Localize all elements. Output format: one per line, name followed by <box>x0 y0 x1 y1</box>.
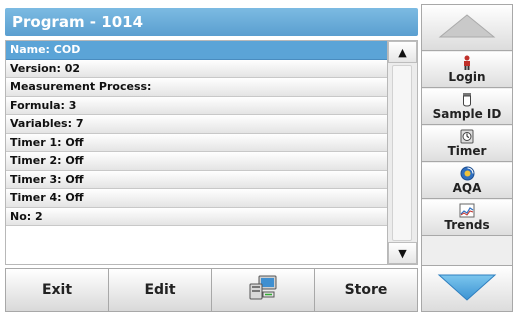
aqa-icon <box>460 166 475 181</box>
side-scroll-down-button[interactable] <box>422 265 512 311</box>
list-item-timer-1[interactable]: Timer 1: Off <box>6 133 387 152</box>
triangle-down-icon: ▼ <box>398 246 407 260</box>
trend-chart-icon <box>459 203 475 218</box>
bottom-toolbar: Exit Edit Store <box>5 268 418 312</box>
timer-button[interactable]: Timer <box>422 126 512 162</box>
exit-button[interactable]: Exit <box>6 269 109 311</box>
arrow-down-icon <box>437 272 497 306</box>
edit-button-label: Edit <box>144 282 176 298</box>
trends-label: Trends <box>444 218 490 232</box>
list-item-no[interactable]: No: 2 <box>6 207 387 226</box>
person-icon <box>461 55 473 70</box>
exit-button-label: Exit <box>41 282 73 298</box>
list-item-measurement-process[interactable]: Measurement Process: <box>6 78 387 97</box>
trends-button[interactable]: Trends <box>422 200 512 236</box>
side-scroll-up-button[interactable] <box>422 5 512 51</box>
aqa-button[interactable]: AQA <box>422 163 512 199</box>
sample-id-label: Sample ID <box>432 107 502 121</box>
store-button[interactable]: Store <box>315 269 417 311</box>
list-item-formula[interactable]: Formula: 3 <box>6 96 387 115</box>
computer-icon <box>248 275 278 305</box>
sample-vial-icon <box>461 92 473 107</box>
side-panel: Login Sample ID Timer AQA Trends <box>421 4 513 312</box>
title-bar: Program - 1014 <box>5 8 418 36</box>
program-details-list: Name: COD Version: 02 Measurement Proces… <box>5 40 418 265</box>
scroll-up-button[interactable]: ▲ <box>388 41 417 63</box>
scroll-thumb[interactable] <box>392 65 412 241</box>
list-item-version[interactable]: Version: 02 <box>6 59 387 78</box>
page-title: Program - 1014 <box>12 13 144 31</box>
triangle-up-icon: ▲ <box>398 45 407 59</box>
store-button-label: Store <box>344 282 388 298</box>
arrow-up-icon <box>438 13 496 43</box>
list-item-timer-3[interactable]: Timer 3: Off <box>6 170 387 189</box>
list-item-timer-2[interactable]: Timer 2: Off <box>6 152 387 171</box>
list-item-name[interactable]: Name: COD <box>6 41 387 60</box>
login-label: Login <box>448 70 486 84</box>
list-scrollbar[interactable]: ▲ ▼ <box>387 41 417 264</box>
login-button[interactable]: Login <box>422 52 512 88</box>
list-item-variables[interactable]: Variables: 7 <box>6 115 387 134</box>
scroll-down-button[interactable]: ▼ <box>388 242 417 264</box>
sample-id-button[interactable]: Sample ID <box>422 89 512 125</box>
timer-icon <box>460 129 474 144</box>
aqa-label: AQA <box>452 181 482 195</box>
timer-label: Timer <box>447 144 487 158</box>
list-item-timer-4[interactable]: Timer 4: Off <box>6 189 387 208</box>
computer-button[interactable] <box>212 269 315 311</box>
list-rows: Name: COD Version: 02 Measurement Proces… <box>6 41 387 226</box>
edit-button[interactable]: Edit <box>109 269 212 311</box>
